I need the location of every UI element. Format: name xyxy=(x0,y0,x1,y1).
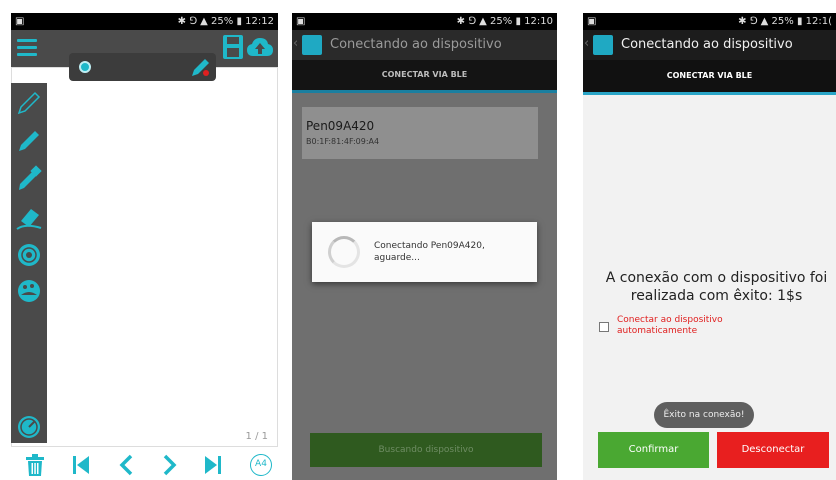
app-logo-icon xyxy=(302,35,322,55)
clock: 12:10 xyxy=(524,16,553,27)
connected-screen: ▣ ✱ ⅁ ▲ 25% ▮ 12:1( ‹ Conectando ao disp… xyxy=(583,13,836,480)
battery-level: 25% xyxy=(490,16,513,27)
pencil-icon[interactable] xyxy=(15,89,43,117)
marker-icon[interactable] xyxy=(15,165,43,193)
page-title: Conectando ao dispositivo xyxy=(330,37,502,52)
status-bar: ▣ ✱ ⅁ ▲ 25% ▮ 12:12 xyxy=(11,13,278,30)
device-mac-address: B0:1F:81:4F:09:A4 xyxy=(306,137,380,146)
progress-dialog: Conectando Pen09A420, aguarde... xyxy=(312,222,537,282)
eraser-icon[interactable] xyxy=(15,203,43,231)
toast-message: Êxito na conexão! xyxy=(654,402,754,428)
drawing-canvas[interactable] xyxy=(11,67,278,447)
battery-icon: ▮ xyxy=(236,16,242,27)
pen-color-popup[interactable] xyxy=(69,53,216,81)
loading-spinner-icon xyxy=(328,236,360,268)
first-page-icon[interactable] xyxy=(69,453,93,477)
tab-indicator xyxy=(292,90,557,93)
clock: 12:1( xyxy=(805,16,832,27)
trash-icon[interactable] xyxy=(23,453,47,477)
clock: 12:12 xyxy=(245,16,274,27)
dialog-message: Conectando Pen09A420, aguarde... xyxy=(374,241,485,263)
battery-icon: ▮ xyxy=(796,16,803,27)
previous-page-icon[interactable] xyxy=(115,453,139,477)
battery-level: 25% xyxy=(211,16,234,27)
notification-icon: ▣ xyxy=(296,16,306,27)
paper-size-button[interactable]: A4 xyxy=(250,454,272,476)
disconnect-button[interactable]: Desconectar xyxy=(717,432,829,468)
cloud-upload-icon[interactable] xyxy=(246,36,274,58)
page-title: Conectando ao dispositivo xyxy=(621,37,793,52)
connection-success-message: A conexão com o dispositivo foi realizad… xyxy=(605,270,828,304)
status-bar: ▣ ✱ ⅁ ▲ 25% ▮ 12:10 xyxy=(292,13,557,30)
app-toolbar: ‹ Conectando ao dispositivo xyxy=(292,30,557,60)
app-logo-icon xyxy=(593,35,613,55)
notification-icon: ▣ xyxy=(587,16,597,27)
back-arrow-icon[interactable]: ‹ xyxy=(293,36,298,51)
tool-sidebar xyxy=(11,83,47,443)
device-list-item[interactable]: Pen09A420 B0:1F:81:4F:09:A4 xyxy=(302,107,538,159)
compass-icon[interactable] xyxy=(15,413,43,441)
menu-icon[interactable] xyxy=(17,39,37,56)
next-page-icon[interactable] xyxy=(157,453,181,477)
connecting-screen: ▣ ✱ ⅁ ▲ 25% ▮ 12:10 ‹ Conectando ao disp… xyxy=(292,13,557,480)
back-arrow-icon[interactable]: ‹ xyxy=(584,36,589,51)
save-icon[interactable] xyxy=(222,34,244,60)
target-icon[interactable] xyxy=(15,241,43,269)
palette-icon[interactable] xyxy=(15,277,43,305)
status-icons: ✱ ⅁ ▲ xyxy=(456,16,487,27)
status-icons: ✱ ⅁ ▲ xyxy=(177,16,208,27)
bottom-navigation: A4 xyxy=(11,449,278,480)
page-counter: 1 / 1 xyxy=(245,431,268,442)
pen-tool-icon[interactable] xyxy=(15,127,43,155)
status-bar: ▣ ✱ ⅁ ▲ 25% ▮ 12:1( xyxy=(583,13,836,30)
drawing-screen: ▣ ✱ ⅁ ▲ 25% ▮ 12:12 1 / 1 A4 xyxy=(11,13,278,480)
status-icons: ✱ ⅁ ▲ xyxy=(738,16,769,27)
app-toolbar: ‹ Conectando ao dispositivo xyxy=(583,30,836,60)
tab-connect-ble[interactable]: CONECTAR VIA BLE xyxy=(292,60,557,90)
device-name: Pen09A420 xyxy=(306,119,375,133)
tab-indicator xyxy=(583,92,836,95)
pen-size-indicator[interactable] xyxy=(79,61,91,73)
auto-connect-checkbox[interactable] xyxy=(599,322,609,332)
pen-icon[interactable] xyxy=(188,56,212,78)
battery-level: 25% xyxy=(771,16,794,27)
confirm-button[interactable]: Confirmar xyxy=(598,432,709,468)
searching-device-button[interactable]: Buscando dispositivo xyxy=(310,433,542,467)
last-page-icon[interactable] xyxy=(201,453,225,477)
battery-icon: ▮ xyxy=(515,16,521,27)
auto-connect-label[interactable]: Conectar ao dispositivo automaticamente xyxy=(617,315,757,337)
notification-icon: ▣ xyxy=(15,16,25,27)
tab-connect-ble[interactable]: CONECTAR VIA BLE xyxy=(583,60,836,92)
